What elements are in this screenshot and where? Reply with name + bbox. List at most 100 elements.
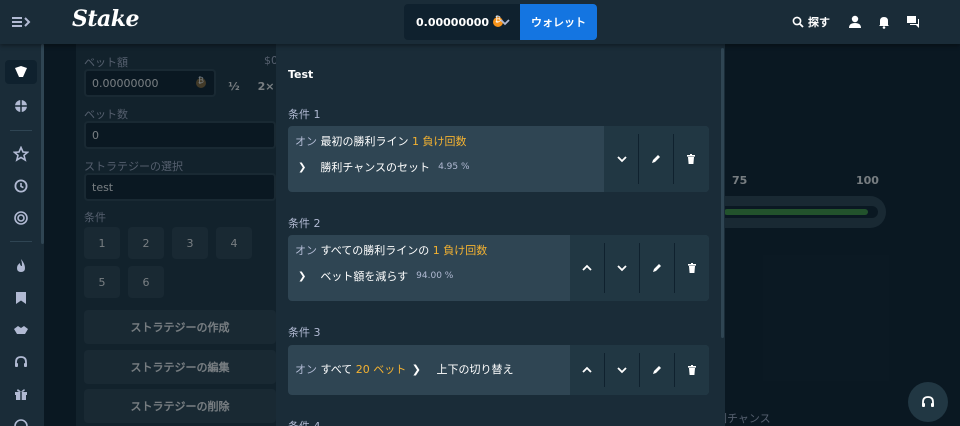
win-chance-slider[interactable] [718, 196, 886, 228]
condition-action-value: 4.95 % [438, 162, 470, 172]
pencil-icon [653, 366, 661, 374]
pencil-icon [653, 264, 661, 272]
move-down-button[interactable] [605, 235, 639, 301]
condition-label: 条件 2 [288, 217, 321, 230]
chevron-down-icon [617, 156, 627, 163]
headset-icon [922, 396, 934, 407]
condition-highlight: 1 負け回数 [412, 135, 467, 148]
chevron-down-icon [617, 265, 627, 272]
top-bar: Stake 0.00000000 ウォレット 探す [0, 0, 960, 44]
bet-count-label: ベット数 [84, 108, 128, 121]
bet-amount-value: 0.00000000 [92, 76, 159, 90]
condition-on: オン [295, 363, 317, 376]
trash-icon [688, 365, 696, 375]
delete-condition-button[interactable] [675, 235, 709, 301]
move-up-button[interactable] [570, 345, 604, 395]
condition-controls [570, 235, 709, 301]
target-icon[interactable] [13, 210, 29, 226]
delete-strategy-button[interactable]: ストラテジーの削除 [84, 389, 276, 423]
edit-condition-button[interactable] [640, 235, 674, 301]
bell-icon[interactable] [876, 14, 892, 30]
condition-action: ❯ 勝利チャンスのセット 4.95 % [298, 159, 470, 175]
condition-button[interactable]: 6 [128, 266, 164, 298]
chevron-right-icon: ❯ [298, 161, 307, 173]
condition-action-text: 勝利チャンスのセット [320, 161, 431, 174]
trash-icon [687, 154, 695, 164]
sidebar-divider [10, 130, 32, 131]
delete-condition-button[interactable] [674, 126, 708, 192]
move-down-button[interactable] [605, 345, 639, 395]
sidebar-item-casino[interactable] [5, 60, 37, 84]
balance-amount: 0.00000000 [416, 15, 490, 29]
bet-amount-label: ベット額 [84, 56, 128, 69]
modal-title: Test [288, 68, 314, 81]
search-icon [792, 16, 804, 28]
move-down-button[interactable] [605, 126, 639, 192]
move-up-button[interactable] [570, 235, 604, 301]
headset-icon[interactable] [13, 354, 29, 370]
condition-button[interactable]: 4 [216, 227, 252, 259]
condition-button[interactable]: 3 [172, 227, 208, 259]
bitcoin-icon [196, 76, 206, 88]
search-label: 探す [808, 16, 830, 29]
trash-icon [688, 263, 696, 273]
slider-fill [724, 209, 868, 215]
condition-on: オン [295, 244, 317, 257]
gift-icon[interactable] [13, 386, 29, 402]
condition-text: 最初の勝利ライン [320, 135, 409, 148]
sidebar [0, 44, 44, 426]
condition-label: 条件 1 [288, 108, 321, 121]
sidebar-toggle-icon[interactable] [12, 14, 34, 30]
bookmark-icon[interactable] [13, 290, 29, 306]
balance-display[interactable]: 0.00000000 [404, 4, 520, 40]
condition-button[interactable]: 5 [84, 266, 120, 298]
modal-scrollbar[interactable] [721, 48, 724, 338]
bet-panel: ベット額 $0 0.00000000 ½ 2× ベット数 0 ストラテジーの選択… [76, 44, 278, 426]
chevron-right-icon: ❯ [411, 363, 422, 376]
edit-condition-button[interactable] [640, 345, 674, 395]
edit-strategy-button[interactable]: ストラテジーの編集 [84, 350, 276, 384]
game-area [725, 58, 905, 398]
strategy-select[interactable]: test [84, 173, 276, 201]
bet-count-input[interactable]: 0 [84, 121, 276, 149]
handshake-icon[interactable] [13, 322, 29, 338]
conditions-label: 条件 [84, 211, 106, 224]
slider-tick: 75 [732, 174, 748, 187]
edit-condition-button[interactable] [639, 126, 673, 192]
fire-icon[interactable] [13, 258, 29, 274]
pencil-icon [652, 155, 660, 163]
condition-button[interactable]: 1 [84, 227, 120, 259]
condition-on: オン [295, 135, 317, 148]
double-bet-button[interactable]: 2× [256, 72, 276, 100]
casino-icon [15, 66, 27, 77]
condition-summary: オン 最初の勝利ライン 1 負け回数 [295, 133, 467, 149]
sidebar-divider [10, 241, 32, 242]
bet-count-value: 0 [92, 128, 99, 142]
condition-highlight: 20 ベット [355, 363, 407, 376]
bet-amount-input[interactable]: 0.00000000 [84, 69, 216, 97]
search-button[interactable]: 探す [792, 14, 830, 30]
delete-condition-button[interactable] [675, 345, 709, 395]
condition-card: オン 最初の勝利ライン 1 負け回数 ❯ 勝利チャンスのセット 4.95 % [288, 126, 709, 192]
star-icon[interactable] [13, 146, 29, 162]
stake-logo[interactable]: Stake [72, 6, 140, 32]
strategy-select-label: ストラテジーの選択 [84, 160, 183, 173]
condition-button[interactable]: 2 [128, 227, 164, 259]
language-icon[interactable] [13, 418, 29, 426]
chevron-down-icon [617, 367, 627, 374]
chevron-down-icon[interactable] [500, 18, 510, 26]
support-button[interactable] [908, 382, 948, 422]
sports-icon[interactable] [13, 98, 29, 114]
condition-card: オン すべて 20 ベット ❯ 上下の切り替え [288, 345, 709, 395]
chat-icon[interactable] [905, 14, 921, 30]
user-icon[interactable] [847, 14, 863, 30]
half-bet-button[interactable]: ½ [220, 72, 248, 100]
condition-action-text: 上下の切り替え [436, 363, 514, 376]
sidebar-scrollbar[interactable] [41, 44, 44, 244]
condition-summary: オン すべての勝利ラインの 1 負け回数 [295, 242, 487, 258]
create-strategy-button[interactable]: ストラテジーの作成 [84, 310, 276, 344]
history-icon[interactable] [13, 178, 29, 194]
condition-label: 条件 3 [288, 326, 321, 339]
chevron-right-icon: ❯ [298, 270, 307, 282]
wallet-button[interactable]: ウォレット [520, 4, 597, 40]
